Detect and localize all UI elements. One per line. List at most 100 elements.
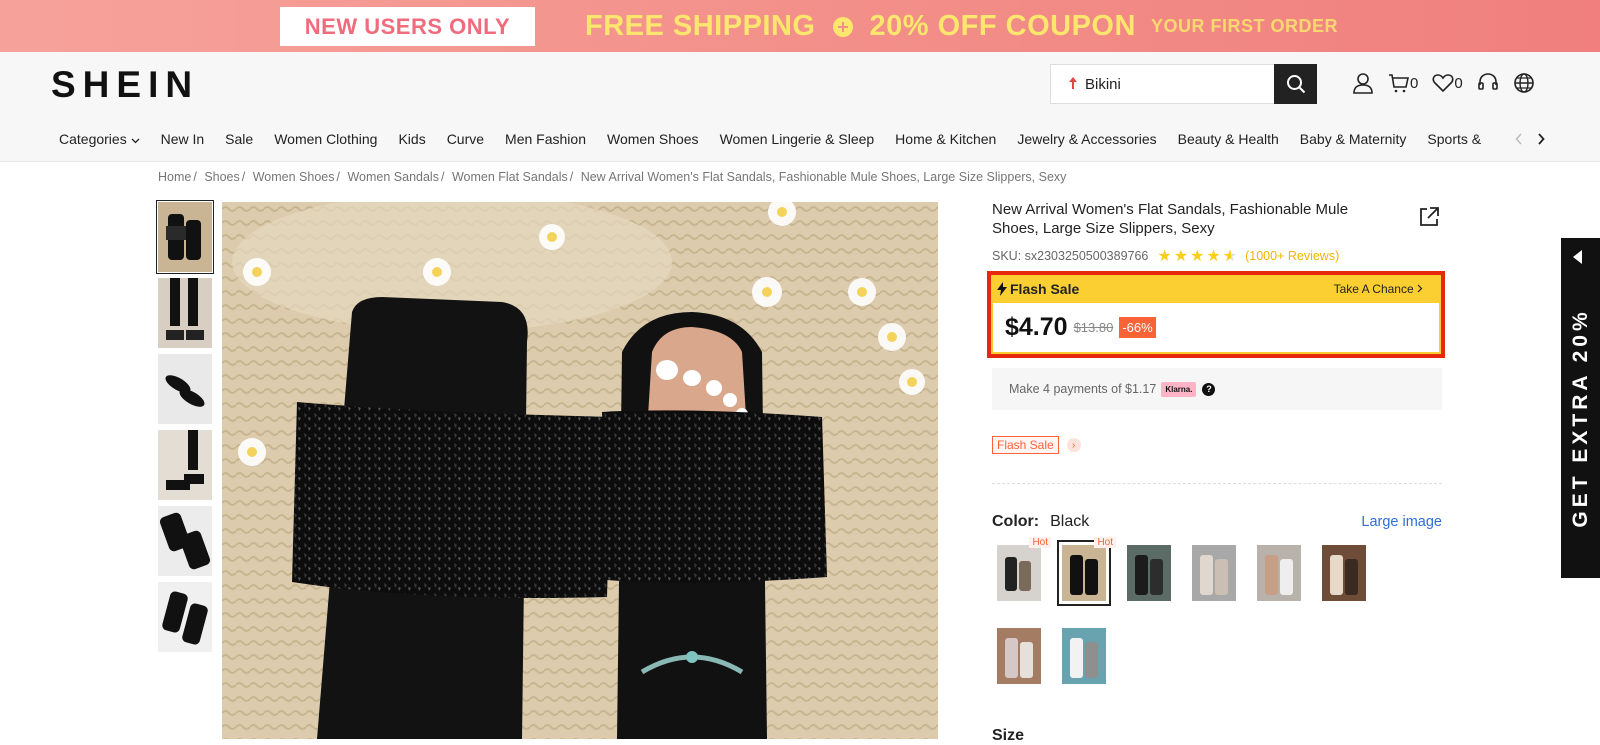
color-row: Color: Black Large image — [992, 513, 1442, 531]
chevron-right-icon[interactable] — [1537, 133, 1545, 145]
product-info-panel: New Arrival Women's Flat Sandals, Fashio… — [987, 200, 1445, 744]
size-label: Size — [992, 727, 1025, 744]
nav-item-sports[interactable]: Sports & — [1427, 131, 1481, 147]
nav-item-women-clothing[interactable]: Women Clothing — [274, 131, 377, 147]
site-header: SHEIN 0 0 — [0, 52, 1600, 116]
color-swatch[interactable]: Hot — [997, 537, 1051, 601]
take-a-chance-link[interactable]: Take A Chance — [1334, 282, 1423, 296]
heart-icon — [1432, 74, 1454, 93]
chevron-right-icon: › — [1066, 438, 1081, 452]
original-price: $13.80 — [1073, 320, 1114, 335]
color-swatch[interactable] — [1062, 628, 1106, 684]
wishlist-button[interactable]: 0 — [1432, 73, 1463, 93]
get-extra-side-tab[interactable]: GET EXTRA 20% — [1561, 238, 1600, 578]
trending-icon — [1069, 76, 1077, 92]
promo-offer: FREE SHIPPING 20% OFF COUPON YOUR FIRST … — [585, 10, 1338, 43]
sku-text: SKU: sx2303250500389766 — [992, 249, 1149, 263]
search-input[interactable] — [1085, 75, 1275, 93]
hot-badge: Hot — [1094, 537, 1116, 548]
flash-sale-tag-row[interactable]: Flash Sale › — [992, 436, 1081, 454]
cart-count: 0 — [1410, 74, 1419, 92]
arrow-left-icon — [1573, 250, 1582, 264]
klarna-row: Make 4 payments of $1.17 Klarna. ? — [992, 368, 1442, 410]
nav-item-categories[interactable]: Categories — [59, 131, 140, 147]
nav-scroll-arrows — [1511, 116, 1600, 161]
color-swatch[interactable] — [997, 628, 1041, 684]
thumbnail[interactable] — [158, 582, 212, 652]
search-button[interactable] — [1274, 64, 1317, 104]
thumbnail-list — [156, 200, 214, 658]
header-icons: 0 0 — [1352, 72, 1549, 94]
color-swatches: Hot Hot — [997, 537, 1397, 711]
cart-icon — [1389, 74, 1409, 93]
plus-icon — [832, 16, 853, 37]
nav-item-beauty[interactable]: Beauty & Health — [1178, 131, 1279, 147]
nav-item-men-fashion[interactable]: Men Fashion — [505, 131, 586, 147]
account-icon[interactable] — [1352, 72, 1374, 94]
nav-item-new-in[interactable]: New In — [161, 131, 205, 147]
nav-item-lingerie[interactable]: Women Lingerie & Sleep — [720, 131, 875, 147]
flash-sale-tag: Flash Sale — [992, 436, 1059, 454]
color-swatch[interactable] — [1127, 545, 1171, 601]
category-nav: Categories New In Sale Women Clothing Ki… — [0, 116, 1600, 162]
promo-banner[interactable]: NEW USERS ONLY FREE SHIPPING 20% OFF COU… — [0, 0, 1600, 52]
klarna-badge: Klarna. — [1161, 381, 1197, 397]
chevron-right-icon — [1417, 284, 1423, 293]
new-users-label: NEW USERS ONLY — [280, 7, 535, 46]
thumbnail[interactable] — [158, 506, 212, 576]
breadcrumb-shoes[interactable]: Shoes — [204, 170, 239, 184]
discount-badge: -66% — [1119, 317, 1156, 338]
help-icon[interactable]: ? — [1202, 382, 1216, 396]
current-price: $4.70 — [1005, 313, 1068, 341]
color-swatch-selected[interactable]: Hot — [1057, 537, 1116, 606]
nav-item-home-kitchen[interactable]: Home & Kitchen — [895, 131, 996, 147]
large-image-link[interactable]: Large image — [1361, 514, 1442, 530]
coupon-text: 20% OFF COUPON — [869, 10, 1136, 42]
rating-stars: ★★★★★★ — [1157, 248, 1240, 265]
klarna-text: Make 4 payments of $1.17 — [1009, 382, 1157, 396]
cart-button[interactable]: 0 — [1388, 73, 1418, 93]
lightning-icon — [997, 282, 1007, 296]
nav-item-kids[interactable]: Kids — [398, 131, 425, 147]
color-swatch[interactable] — [1192, 545, 1236, 601]
price-row: $4.70 $13.80 -66% — [991, 303, 1441, 354]
color-swatch[interactable] — [1257, 545, 1301, 601]
nav-item-curve[interactable]: Curve — [447, 131, 484, 147]
support-icon[interactable] — [1477, 72, 1499, 94]
shein-logo[interactable]: SHEIN — [51, 64, 199, 106]
flash-sale-header: Flash Sale Take A Chance — [991, 275, 1441, 303]
first-order-text: YOUR FIRST ORDER — [1150, 16, 1338, 36]
thumbnail[interactable] — [158, 354, 212, 424]
nav-item-baby[interactable]: Baby & Maternity — [1300, 131, 1407, 147]
thumbnail[interactable] — [156, 200, 214, 274]
thumbnail[interactable] — [158, 430, 212, 500]
free-shipping-text: FREE SHIPPING — [585, 10, 816, 42]
color-label: Color: — [992, 513, 1040, 530]
side-tab-text: GET EXTRA 20% — [1569, 308, 1592, 528]
breadcrumb-flat-sandals[interactable]: Women Flat Sandals — [452, 170, 568, 184]
nav-item-jewelry[interactable]: Jewelry & Accessories — [1017, 131, 1156, 147]
color-value: Black — [1050, 513, 1090, 530]
thumbnail[interactable] — [158, 278, 212, 348]
product-title: New Arrival Women's Flat Sandals, Fashio… — [992, 201, 1349, 237]
breadcrumb-current: New Arrival Women's Flat Sandals, Fashio… — [580, 170, 1067, 184]
breadcrumb-women-shoes[interactable]: Women Shoes — [253, 170, 335, 184]
breadcrumb-women-sandals[interactable]: Women Sandals — [347, 170, 439, 184]
sku-row: SKU: sx2303250500389766 ★★★★★★ (1000+ Re… — [992, 246, 1442, 266]
chevron-left-icon[interactable] — [1515, 133, 1523, 145]
globe-icon[interactable] — [1513, 72, 1535, 94]
breadcrumb: Home / Shoes / Women Shoes / Women Sandals /… — [158, 170, 1067, 184]
search-icon — [1286, 75, 1305, 94]
hot-badge: Hot — [1029, 537, 1051, 548]
color-swatch[interactable] — [1322, 545, 1366, 601]
nav-item-women-shoes[interactable]: Women Shoes — [607, 131, 699, 147]
wishlist-count: 0 — [1454, 74, 1463, 92]
chevron-down-icon — [131, 138, 140, 144]
breadcrumb-home[interactable]: Home — [158, 170, 191, 184]
nav-item-sale[interactable]: Sale — [225, 131, 253, 147]
main-product-image[interactable] — [222, 202, 938, 739]
reviews-link[interactable]: (1000+ Reviews) — [1245, 249, 1339, 263]
divider — [992, 483, 1442, 484]
share-icon[interactable] — [1418, 206, 1440, 233]
flash-sale-box: Flash Sale Take A Chance $4.70 $13.80 -6… — [987, 271, 1445, 358]
